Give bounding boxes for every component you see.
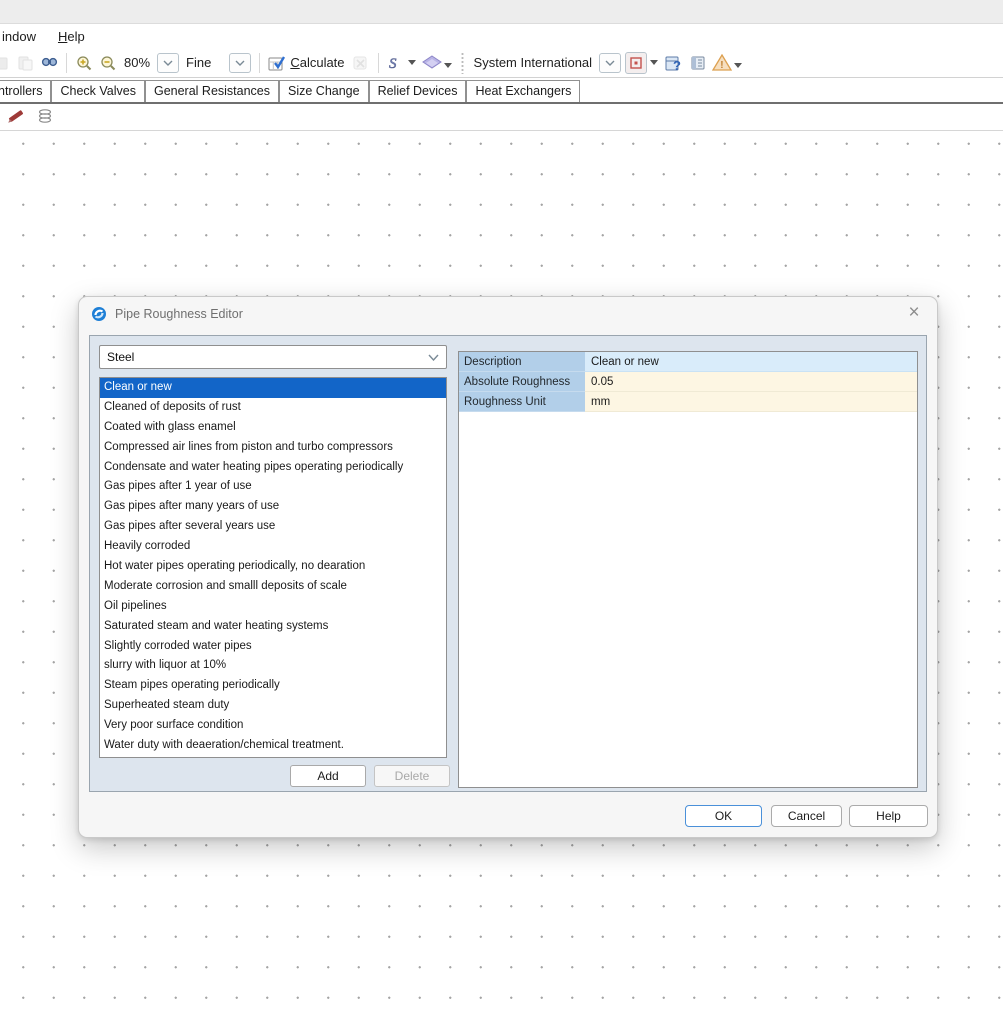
list-item[interactable]: Cleaned of deposits of rust bbox=[100, 398, 446, 418]
list-item[interactable]: Clean or new bbox=[100, 378, 446, 398]
property-row: Absolute Roughness0.05 bbox=[459, 372, 917, 392]
menu-bar: indow Help bbox=[0, 25, 1003, 48]
list-item[interactable]: Moderate corrosion and smalll deposits o… bbox=[100, 577, 446, 597]
main-toolbar: 80% Fine Calculate S System Internationa… bbox=[0, 48, 1003, 78]
script-caret[interactable] bbox=[408, 60, 416, 65]
property-row: DescriptionClean or new bbox=[459, 352, 917, 372]
svg-text:S: S bbox=[389, 56, 397, 72]
list-item[interactable]: Heavily corroded bbox=[100, 537, 446, 557]
list-item[interactable]: Gas pipes after 1 year of use bbox=[100, 477, 446, 497]
quality-dropdown[interactable] bbox=[229, 53, 251, 73]
property-label: Description bbox=[459, 352, 585, 372]
book-icon[interactable] bbox=[421, 52, 443, 74]
help-button[interactable]: Help bbox=[849, 805, 928, 827]
annotation-icon[interactable] bbox=[625, 52, 647, 74]
zoom-out-icon[interactable] bbox=[97, 52, 119, 74]
property-label: Roughness Unit bbox=[459, 392, 585, 412]
list-item[interactable]: Oil pipelines bbox=[100, 597, 446, 617]
coil-icon[interactable] bbox=[36, 107, 54, 127]
list-item[interactable]: Superheated steam duty bbox=[100, 696, 446, 716]
component-tab-bar: ntrollersCheck ValvesGeneral Resistances… bbox=[0, 80, 1003, 104]
property-value[interactable]: Clean or new bbox=[585, 352, 917, 372]
find-icon[interactable] bbox=[38, 52, 60, 74]
tab-relief-devices[interactable]: Relief Devices bbox=[369, 80, 467, 102]
toolbar-separator-dotted bbox=[461, 52, 464, 74]
list-item[interactable]: Gas pipes after several years use bbox=[100, 517, 446, 537]
list-item[interactable]: Water duty with deaeration/chemical trea… bbox=[100, 736, 446, 756]
list-item[interactable]: Slightly corroded water pipes bbox=[100, 637, 446, 657]
ok-button[interactable]: OK bbox=[685, 805, 762, 827]
property-label: Absolute Roughness bbox=[459, 372, 585, 392]
unit-system-dropdown[interactable] bbox=[599, 53, 621, 73]
dialog-title: Pipe Roughness Editor bbox=[115, 307, 243, 321]
tab-general-resistances[interactable]: General Resistances bbox=[145, 80, 279, 102]
svg-text:?: ? bbox=[673, 58, 681, 72]
paste-icon bbox=[14, 52, 36, 74]
list-item[interactable]: Gas pipes after many years of use bbox=[100, 497, 446, 517]
chevron-down-icon bbox=[428, 354, 439, 361]
list-item[interactable]: Condensate and water heating pipes opera… bbox=[100, 458, 446, 478]
pencil-icon[interactable] bbox=[6, 108, 26, 126]
menu-help[interactable]: Help bbox=[58, 29, 85, 44]
property-value[interactable]: mm bbox=[585, 392, 917, 412]
property-value[interactable]: 0.05 bbox=[585, 372, 917, 392]
list-item[interactable]: Compressed air lines from piston and tur… bbox=[100, 438, 446, 458]
close-icon[interactable]: × bbox=[901, 300, 927, 326]
tab-heat-exchangers[interactable]: Heat Exchangers bbox=[466, 80, 580, 102]
list-item[interactable]: Hot water pipes operating periodically, … bbox=[100, 557, 446, 577]
calculate-button[interactable]: Calculate bbox=[290, 55, 344, 70]
tab-size-change[interactable]: Size Change bbox=[279, 80, 369, 102]
dialog-title-bar[interactable]: Pipe Roughness Editor bbox=[79, 297, 937, 331]
menu-window[interactable]: indow bbox=[2, 29, 36, 44]
calculate-icon[interactable] bbox=[266, 52, 288, 74]
grid-quality-label: Fine bbox=[186, 55, 211, 70]
dialog-app-icon bbox=[91, 306, 107, 322]
tab-ntrollers[interactable]: ntrollers bbox=[0, 80, 51, 102]
material-select[interactable]: Steel bbox=[99, 345, 447, 369]
toolbar-separator bbox=[259, 53, 260, 73]
delete-button: Delete bbox=[374, 765, 450, 787]
add-button[interactable]: Add bbox=[290, 765, 366, 787]
pipe-roughness-editor-dialog: Pipe Roughness Editor × Steel Clean or n… bbox=[78, 296, 938, 838]
stop-icon bbox=[350, 52, 372, 74]
list-item[interactable]: slurry with liquor at 10% bbox=[100, 656, 446, 676]
window-top-strip bbox=[0, 0, 1003, 24]
editor-panel: Steel Clean or newCleaned of deposits of… bbox=[89, 335, 927, 792]
list-item[interactable]: Steam pipes operating periodically bbox=[100, 676, 446, 696]
toolbar-separator bbox=[66, 53, 67, 73]
script-icon[interactable]: S bbox=[385, 52, 407, 74]
zoom-dropdown[interactable] bbox=[157, 53, 179, 73]
list-item[interactable]: Saturated steam and water heating system… bbox=[100, 617, 446, 637]
overflow-caret[interactable] bbox=[444, 63, 452, 68]
roughness-list[interactable]: Clean or newCleaned of deposits of rustC… bbox=[99, 377, 447, 758]
copy-icon bbox=[0, 52, 12, 74]
cancel-button[interactable]: Cancel bbox=[771, 805, 842, 827]
drawing-toolbar bbox=[0, 104, 1003, 131]
zoom-in-icon[interactable] bbox=[73, 52, 95, 74]
warning-caret[interactable] bbox=[734, 63, 742, 68]
calc-question-icon[interactable]: ? bbox=[663, 52, 685, 74]
property-grid[interactable]: DescriptionClean or newAbsolute Roughnes… bbox=[458, 351, 918, 788]
annotation-caret[interactable] bbox=[650, 60, 658, 65]
notes-icon[interactable] bbox=[687, 52, 709, 74]
tab-check-valves[interactable]: Check Valves bbox=[51, 80, 145, 102]
toolbar-separator bbox=[378, 53, 379, 73]
zoom-level: 80% bbox=[124, 55, 150, 70]
list-item[interactable]: Coated with glass enamel bbox=[100, 418, 446, 438]
warning-icon[interactable]: ! bbox=[711, 52, 733, 74]
unit-system-label: System International bbox=[474, 55, 593, 70]
material-selected-value: Steel bbox=[107, 350, 134, 364]
list-item[interactable]: Very poor surface condition bbox=[100, 716, 446, 736]
svg-text:!: ! bbox=[720, 60, 723, 71]
property-row: Roughness Unitmm bbox=[459, 392, 917, 412]
